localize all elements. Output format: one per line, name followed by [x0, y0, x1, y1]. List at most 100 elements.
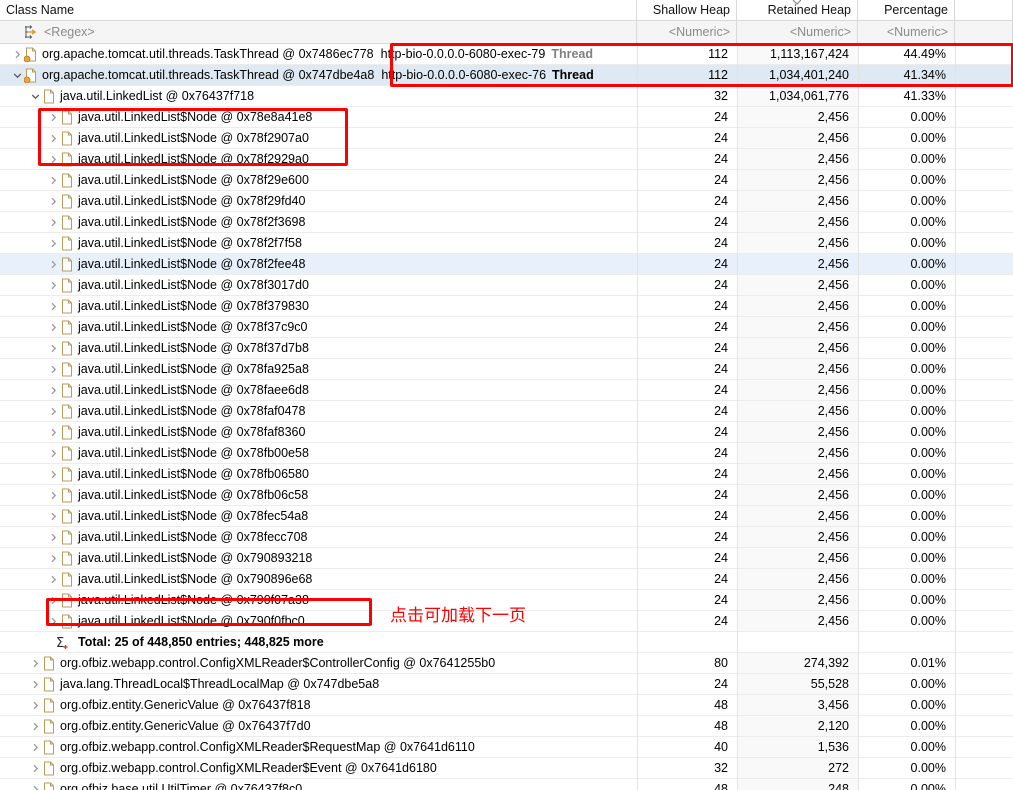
- chevron-right-icon[interactable]: [46, 239, 60, 248]
- table-row[interactable]: java.util.LinkedList$Node @ 0x78f2f3698 2…: [0, 212, 1013, 233]
- chevron-right-icon[interactable]: [28, 701, 42, 710]
- table-row[interactable]: java.util.LinkedList$Node @ 0x78f379830 2…: [0, 296, 1013, 317]
- table-row[interactable]: java.util.LinkedList$Node @ 0x78fb06c58 2…: [0, 485, 1013, 506]
- cell-class-name[interactable]: java.util.LinkedList$Node @ 0x78f37c9c0: [0, 317, 637, 337]
- cell-class-name[interactable]: java.util.LinkedList$Node @ 0x78e8a41e8: [0, 107, 637, 127]
- cell-class-name[interactable]: org.apache.tomcat.util.threads.TaskThrea…: [0, 44, 637, 64]
- total-summary-row[interactable]: Σ Total: 25 of 448,850 entries; 448,825 m…: [0, 632, 1013, 653]
- chevron-right-icon[interactable]: [46, 323, 60, 332]
- table-row[interactable]: java.util.LinkedList$Node @ 0x78faf0478 2…: [0, 401, 1013, 422]
- chevron-right-icon[interactable]: [46, 113, 60, 122]
- table-row[interactable]: org.apache.tomcat.util.threads.TaskThrea…: [0, 44, 1013, 65]
- table-row[interactable]: java.util.LinkedList$Node @ 0x78fecc708 2…: [0, 527, 1013, 548]
- column-header-shallow-heap[interactable]: Shallow Heap: [637, 0, 737, 20]
- cell-class-name[interactable]: org.ofbiz.entity.GenericValue @ 0x76437f…: [0, 695, 637, 715]
- chevron-right-icon[interactable]: [46, 218, 60, 227]
- chevron-right-icon[interactable]: [46, 575, 60, 584]
- cell-class-name[interactable]: org.ofbiz.webapp.control.ConfigXMLReader…: [0, 758, 637, 778]
- chevron-right-icon[interactable]: [46, 197, 60, 206]
- table-row[interactable]: java.util.LinkedList$Node @ 0x78fec54a8 2…: [0, 506, 1013, 527]
- cell-class-name[interactable]: java.util.LinkedList$Node @ 0x790f0fbc0: [0, 611, 637, 631]
- table-row[interactable]: java.util.LinkedList$Node @ 0x78f29e600 2…: [0, 170, 1013, 191]
- chevron-right-icon[interactable]: [28, 785, 42, 790]
- cell-class-name[interactable]: java.util.LinkedList$Node @ 0x790893218: [0, 548, 637, 568]
- column-header-retained-heap[interactable]: Retained Heap: [737, 0, 858, 20]
- table-row[interactable]: org.apache.tomcat.util.threads.TaskThrea…: [0, 65, 1013, 86]
- cell-class-name[interactable]: java.util.LinkedList$Node @ 0x78fb00e58: [0, 443, 637, 463]
- chevron-down-icon[interactable]: [28, 92, 42, 101]
- chevron-right-icon[interactable]: [28, 764, 42, 773]
- chevron-right-icon[interactable]: [28, 659, 42, 668]
- cell-class-name[interactable]: java.util.LinkedList$Node @ 0x78f37d7b8: [0, 338, 637, 358]
- table-row[interactable]: java.util.LinkedList$Node @ 0x78f3017d0 2…: [0, 275, 1013, 296]
- table-row[interactable]: java.util.LinkedList$Node @ 0x78f2f7f58 2…: [0, 233, 1013, 254]
- cell-class-name[interactable]: org.ofbiz.base.util.UtilTimer @ 0x76437f…: [0, 779, 637, 790]
- table-row[interactable]: org.ofbiz.webapp.control.ConfigXMLReader…: [0, 653, 1013, 674]
- chevron-right-icon[interactable]: [46, 344, 60, 353]
- chevron-right-icon[interactable]: [46, 491, 60, 500]
- table-row[interactable]: java.util.LinkedList$Node @ 0x790f07a38 2…: [0, 590, 1013, 611]
- chevron-right-icon[interactable]: [46, 302, 60, 311]
- chevron-right-icon[interactable]: [46, 428, 60, 437]
- filter-cell-retained-heap[interactable]: <Numeric>: [737, 21, 858, 43]
- cell-class-name[interactable]: java.util.LinkedList$Node @ 0x78faf8360: [0, 422, 637, 442]
- column-header-class-name[interactable]: Class Name: [0, 0, 637, 20]
- filter-row[interactable]: <Regex> <Numeric> <Numeric> <Numeric>: [0, 21, 1013, 44]
- table-row[interactable]: java.util.LinkedList$Node @ 0x78f29fd40 2…: [0, 191, 1013, 212]
- chevron-right-icon[interactable]: [46, 512, 60, 521]
- table-row[interactable]: java.util.LinkedList$Node @ 0x78fa925a8 2…: [0, 359, 1013, 380]
- table-row[interactable]: java.util.LinkedList @ 0x76437f718 32 1,03…: [0, 86, 1013, 107]
- cell-class-name[interactable]: java.util.LinkedList$Node @ 0x78f2fee48: [0, 254, 637, 274]
- cell-class-name[interactable]: java.util.LinkedList$Node @ 0x78f3017d0: [0, 275, 637, 295]
- cell-class-name[interactable]: org.ofbiz.webapp.control.ConfigXMLReader…: [0, 653, 637, 673]
- chevron-right-icon[interactable]: [46, 365, 60, 374]
- filter-cell-class-name[interactable]: <Regex>: [0, 21, 637, 43]
- table-row[interactable]: java.util.LinkedList$Node @ 0x78faee6d8 2…: [0, 380, 1013, 401]
- chevron-right-icon[interactable]: [46, 617, 60, 626]
- cell-class-name[interactable]: java.util.LinkedList$Node @ 0x78faf0478: [0, 401, 637, 421]
- chevron-right-icon[interactable]: [46, 155, 60, 164]
- cell-class-name[interactable]: java.util.LinkedList$Node @ 0x78fecc708: [0, 527, 637, 547]
- table-row[interactable]: java.util.LinkedList$Node @ 0x78f2fee48 2…: [0, 254, 1013, 275]
- chevron-right-icon[interactable]: [46, 260, 60, 269]
- column-header-percentage[interactable]: Percentage: [858, 0, 955, 20]
- chevron-right-icon[interactable]: [46, 449, 60, 458]
- cell-class-name[interactable]: java.util.LinkedList$Node @ 0x78faee6d8: [0, 380, 637, 400]
- table-row[interactable]: java.util.LinkedList$Node @ 0x78f37d7b8 2…: [0, 338, 1013, 359]
- cell-class-name[interactable]: org.ofbiz.webapp.control.ConfigXMLReader…: [0, 737, 637, 757]
- chevron-right-icon[interactable]: [46, 407, 60, 416]
- chevron-right-icon[interactable]: [46, 470, 60, 479]
- table-row[interactable]: org.ofbiz.entity.GenericValue @ 0x76437f…: [0, 695, 1013, 716]
- chevron-right-icon[interactable]: [28, 743, 42, 752]
- chevron-right-icon[interactable]: [46, 554, 60, 563]
- table-row[interactable]: java.lang.ThreadLocal$ThreadLocalMap @ 0…: [0, 674, 1013, 695]
- chevron-right-icon[interactable]: [46, 134, 60, 143]
- table-row[interactable]: java.util.LinkedList$Node @ 0x790896e68 2…: [0, 569, 1013, 590]
- table-row[interactable]: java.util.LinkedList$Node @ 0x78fb06580 2…: [0, 464, 1013, 485]
- cell-class-name[interactable]: java.util.LinkedList$Node @ 0x78fa925a8: [0, 359, 637, 379]
- table-row[interactable]: java.util.LinkedList$Node @ 0x790893218 2…: [0, 548, 1013, 569]
- cell-class-name[interactable]: java.util.LinkedList$Node @ 0x790896e68: [0, 569, 637, 589]
- cell-class-name[interactable]: java.util.LinkedList$Node @ 0x78f2929a0: [0, 149, 637, 169]
- table-row[interactable]: org.ofbiz.webapp.control.ConfigXMLReader…: [0, 737, 1013, 758]
- cell-class-name[interactable]: java.util.LinkedList$Node @ 0x78f2f3698: [0, 212, 637, 232]
- cell-class-name[interactable]: java.util.LinkedList @ 0x76437f718: [0, 86, 637, 106]
- table-row[interactable]: java.util.LinkedList$Node @ 0x78fb00e58 2…: [0, 443, 1013, 464]
- table-row[interactable]: org.ofbiz.webapp.control.ConfigXMLReader…: [0, 758, 1013, 779]
- chevron-right-icon[interactable]: [46, 533, 60, 542]
- cell-class-name[interactable]: java.util.LinkedList$Node @ 0x78f29e600: [0, 170, 637, 190]
- chevron-right-icon[interactable]: [10, 50, 24, 59]
- cell-class-name[interactable]: java.lang.ThreadLocal$ThreadLocalMap @ 0…: [0, 674, 637, 694]
- chevron-right-icon[interactable]: [46, 176, 60, 185]
- chevron-right-icon[interactable]: [46, 386, 60, 395]
- table-row[interactable]: java.util.LinkedList$Node @ 0x78faf8360 2…: [0, 422, 1013, 443]
- table-row[interactable]: org.ofbiz.base.util.UtilTimer @ 0x76437f…: [0, 779, 1013, 790]
- filter-cell-percentage[interactable]: <Numeric>: [858, 21, 955, 43]
- table-row[interactable]: java.util.LinkedList$Node @ 0x78e8a41e8 2…: [0, 107, 1013, 128]
- cell-class-name[interactable]: java.util.LinkedList$Node @ 0x78f379830: [0, 296, 637, 316]
- cell-class-name[interactable]: org.apache.tomcat.util.threads.TaskThrea…: [0, 65, 637, 85]
- table-row[interactable]: java.util.LinkedList$Node @ 0x790f0fbc0 2…: [0, 611, 1013, 632]
- cell-class-name[interactable]: java.util.LinkedList$Node @ 0x78f2907a0: [0, 128, 637, 148]
- filter-cell-shallow-heap[interactable]: <Numeric>: [637, 21, 737, 43]
- cell-class-name[interactable]: java.util.LinkedList$Node @ 0x78f2f7f58: [0, 233, 637, 253]
